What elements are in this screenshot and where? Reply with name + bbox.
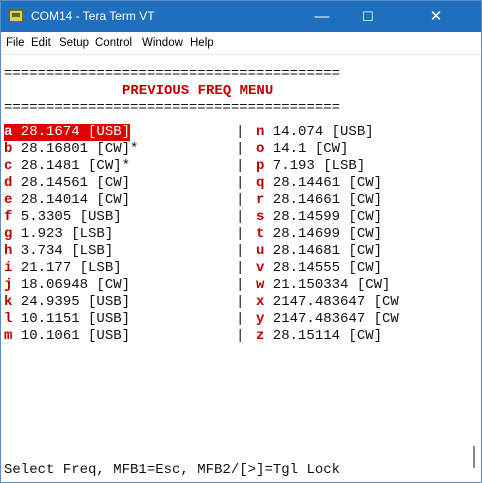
freq-item-h[interactable]: h 3.734 [LSB] <box>4 243 113 260</box>
freq-value-x: 2147.483647 [CW <box>264 294 399 310</box>
scrollbar-thumb[interactable] <box>473 446 475 468</box>
column-separator: | <box>236 141 245 157</box>
freq-value-u: 28.14681 [CW] <box>264 243 383 259</box>
menu-control[interactable]: Control <box>95 36 132 50</box>
menu-edit[interactable]: Edit <box>31 36 51 50</box>
column-separator: | <box>236 226 245 242</box>
freq-item-v[interactable]: v 28.14555 [CW] <box>256 260 382 277</box>
rule-bottom: ======================================== <box>4 100 341 116</box>
freq-value-t: 28.14699 [CW] <box>264 226 383 242</box>
freq-item-u[interactable]: u 28.14681 [CW] <box>256 243 382 260</box>
freq-item-j[interactable]: j 18.06948 [CW] <box>4 277 130 294</box>
freq-item-b[interactable]: b 28.16801 [CW]* <box>4 141 138 158</box>
freq-item-g[interactable]: g 1.923 [LSB] <box>4 226 113 243</box>
minimize-button[interactable]: — <box>299 1 345 32</box>
freq-value-r: 28.14661 [CW] <box>264 192 383 208</box>
freq-item-i[interactable]: i 21.177 [LSB] <box>4 260 122 277</box>
freq-value-o: 14.1 [CW] <box>264 141 349 157</box>
freq-item-f[interactable]: f 5.3305 [USB] <box>4 209 122 226</box>
freq-value-d: 28.14561 [CW] <box>12 175 131 191</box>
freq-item-q[interactable]: q 28.14461 [CW] <box>256 175 382 192</box>
maximize-button[interactable]: ☐ <box>345 1 391 32</box>
freq-value-k: 24.9395 [USB] <box>12 294 131 310</box>
freq-value-w: 21.150334 [CW] <box>264 277 391 293</box>
freq-value-a: 28.1674 [USB] <box>12 124 131 140</box>
column-separator: | <box>236 311 245 327</box>
menu-heading: PREVIOUS FREQ MENU <box>122 83 274 99</box>
freq-value-v: 28.14555 [CW] <box>264 260 383 276</box>
column-separator: | <box>236 209 245 225</box>
freq-value-n: 14.074 [USB] <box>264 124 374 140</box>
freq-item-c[interactable]: c 28.1481 [CW]* <box>4 158 130 175</box>
terminal-screen[interactable]: ========================================… <box>4 56 462 482</box>
freq-value-y: 2147.483647 [CW <box>264 311 399 327</box>
freq-value-b: 28.16801 [CW]* <box>12 141 139 157</box>
freq-item-t[interactable]: t 28.14699 [CW] <box>256 226 382 243</box>
terminal-window: COM14 - Tera Term VT — ☐ ✕ File Edit Set… <box>0 0 482 483</box>
freq-value-m: 10.1061 [USB] <box>12 328 131 344</box>
window-title: COM14 - Tera Term VT <box>31 9 155 23</box>
rule-top: ======================================== <box>4 66 341 82</box>
freq-item-r[interactable]: r 28.14661 [CW] <box>256 192 382 209</box>
column-separator: | <box>236 294 245 310</box>
freq-item-e[interactable]: e 28.14014 [CW] <box>4 192 130 209</box>
close-button[interactable]: ✕ <box>391 1 481 32</box>
menu-bar: File Edit Setup Control Window Help <box>1 32 481 55</box>
vertical-scrollbar[interactable] <box>466 56 481 482</box>
title-bar[interactable]: COM14 - Tera Term VT — ☐ ✕ <box>1 1 481 32</box>
freq-item-n[interactable]: n 14.074 [USB] <box>256 124 374 141</box>
column-separator: | <box>236 124 245 140</box>
freq-value-l: 10.1151 [USB] <box>12 311 131 327</box>
freq-item-y[interactable]: y 2147.483647 [CW <box>256 311 399 328</box>
menu-window[interactable]: Window <box>142 36 183 50</box>
menu-setup[interactable]: Setup <box>59 36 89 50</box>
freq-value-g: 1.923 [LSB] <box>12 226 114 242</box>
teraterm-app-icon[interactable] <box>9 10 23 22</box>
freq-item-w[interactable]: w 21.150334 [CW] <box>256 277 390 294</box>
freq-value-e: 28.14014 [CW] <box>12 192 131 208</box>
freq-value-p: 7.193 [LSB] <box>264 158 366 174</box>
freq-value-h: 3.734 [LSB] <box>12 243 114 259</box>
column-separator: | <box>236 277 245 293</box>
freq-item-x[interactable]: x 2147.483647 [CW <box>256 294 399 311</box>
menu-file[interactable]: File <box>6 36 25 50</box>
freq-value-f: 5.3305 [USB] <box>12 209 122 225</box>
column-separator: | <box>236 158 245 174</box>
column-separator: | <box>236 243 245 259</box>
freq-item-k[interactable]: k 24.9395 [USB] <box>4 294 130 311</box>
column-separator: | <box>236 260 245 276</box>
freq-item-o[interactable]: o 14.1 [CW] <box>256 141 348 158</box>
freq-item-m[interactable]: m 10.1061 [USB] <box>4 328 130 345</box>
freq-value-j: 18.06948 [CW] <box>12 277 131 293</box>
freq-item-s[interactable]: s 28.14599 [CW] <box>256 209 382 226</box>
freq-item-z[interactable]: z 28.15114 [CW] <box>256 328 382 345</box>
freq-value-i: 21.177 [LSB] <box>12 260 122 276</box>
freq-item-p[interactable]: p 7.193 [LSB] <box>256 158 365 175</box>
freq-value-c: 28.1481 [CW]* <box>12 158 131 174</box>
freq-value-q: 28.14461 [CW] <box>264 175 383 191</box>
column-separator: | <box>236 328 245 344</box>
freq-item-d[interactable]: d 28.14561 [CW] <box>4 175 130 192</box>
freq-value-z: 28.15114 [CW] <box>264 328 383 344</box>
freq-item-l[interactable]: l 10.1151 [USB] <box>4 311 130 328</box>
freq-item-a[interactable]: a 28.1674 [USB] <box>4 124 131 141</box>
column-separator: | <box>236 192 245 208</box>
freq-value-s: 28.14599 [CW] <box>264 209 383 225</box>
menu-help[interactable]: Help <box>190 36 214 50</box>
column-separator: | <box>236 175 245 191</box>
status-line: Select Freq, MFB1=Esc, MFB2/[>]=Tgl Lock <box>4 462 341 478</box>
